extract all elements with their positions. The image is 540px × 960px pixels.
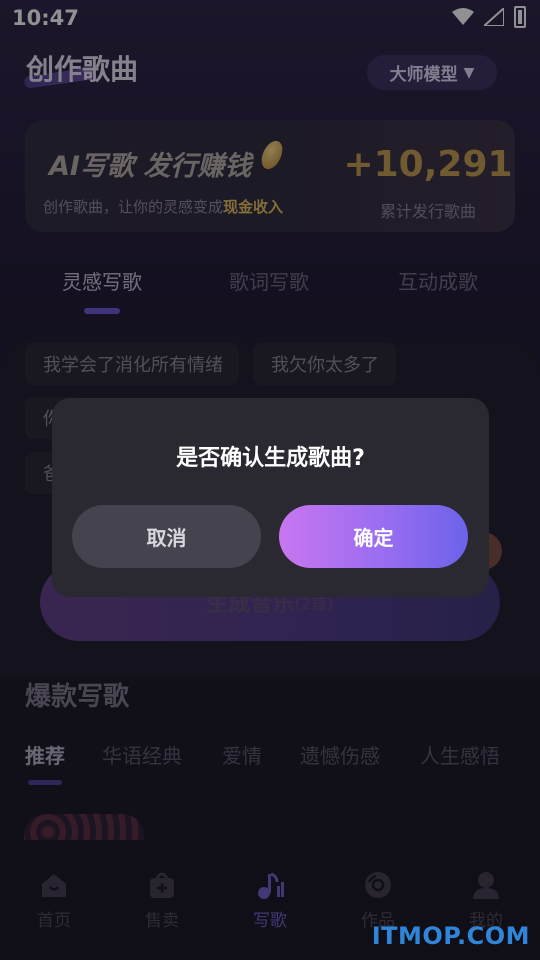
confirm-dialog: 是否确认生成歌曲? 取消 确定: [52, 398, 489, 597]
cancel-button[interactable]: 取消: [72, 505, 261, 568]
confirm-button[interactable]: 确定: [279, 505, 468, 568]
app-screen: 10:47 创作歌曲 大师模型 ▼ AI写歌 发行赚钱 创作歌曲，让你的灵感变成…: [0, 0, 540, 960]
dialog-title: 是否确认生成歌曲?: [176, 446, 365, 471]
watermark: ITMOP.COM: [371, 922, 530, 950]
